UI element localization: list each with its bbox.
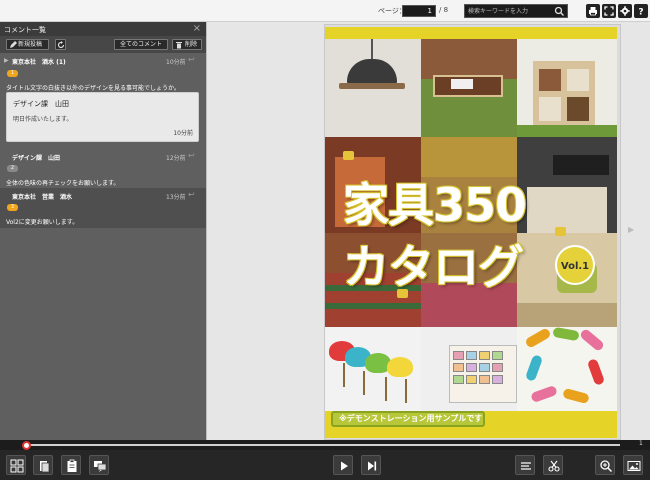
comment-time: 13分前 — [166, 194, 186, 201]
sidebar-toolbar: 新規投稿 全てのコメント 削除 — [0, 36, 206, 53]
catalog-cover-page: 家具350 カタログ Vol.1 ※デモンストレーション用サンプルです — [325, 27, 617, 438]
pages-button[interactable] — [33, 455, 53, 475]
scissors-icon — [548, 460, 560, 472]
image-icon — [627, 461, 641, 471]
help-icon: ? — [638, 8, 643, 17]
cut-button[interactable] — [543, 455, 563, 475]
comment-message: Vol2に変更お願いします。 — [6, 219, 79, 226]
sort-icon — [521, 462, 531, 470]
cover-title-line1: 家具350 — [343, 178, 527, 232]
clipboard-icon — [67, 459, 77, 472]
slider-total: 1 — [639, 440, 643, 447]
pen-icon — [10, 41, 17, 48]
help-button[interactable]: ? — [634, 4, 648, 18]
comment-number-badge: 2 — [7, 165, 18, 172]
comment-time: 12分前 — [166, 155, 186, 162]
comment-time: 10分前 — [166, 59, 186, 66]
new-post-button[interactable]: 新規投稿 — [6, 39, 49, 50]
zoom-button[interactable] — [595, 455, 615, 475]
fullscreen-button[interactable] — [602, 4, 616, 18]
grid-icon — [10, 459, 24, 473]
comment-thread[interactable]: デザイン課 山田 12分前 ↩ 2 全体の色味の再チェックをお願いします。 — [0, 150, 206, 188]
skip-icon — [368, 461, 377, 471]
comment-thread-selected[interactable]: 東京本社 営業 酒水 13分前 ↩ 3 Vol2に変更お願いします。 — [0, 188, 206, 228]
comment-marker-icon[interactable] — [555, 227, 566, 236]
settings-button[interactable] — [618, 4, 632, 18]
all-comments-button[interactable]: 全てのコメント — [114, 39, 168, 50]
slider-thumb[interactable] — [22, 441, 31, 450]
sidebar-header: コメント一覧 × — [0, 22, 206, 36]
comment-message: 全体の色味の再チェックをお願いします。 — [6, 180, 120, 187]
page-number-input[interactable]: 1 — [402, 5, 436, 17]
comment-sidebar: コメント一覧 × 新規投稿 全てのコメント 削除 ▶ 東京本社 酒水 (1) 1… — [0, 22, 206, 440]
reply-author: デザイン課 山田 — [13, 100, 69, 108]
sidebar-title: コメント一覧 — [4, 26, 46, 34]
search-icon[interactable] — [554, 6, 565, 17]
reply-message: 明日作成いたします。 — [13, 116, 73, 123]
search-box[interactable] — [464, 4, 568, 18]
play-button[interactable] — [333, 455, 353, 475]
gear-icon — [620, 6, 630, 16]
search-input[interactable] — [468, 6, 554, 16]
comment-number-badge: 1 — [7, 70, 18, 77]
svg-text:?: ? — [638, 8, 643, 17]
delete-label: 削除 — [185, 41, 198, 48]
comment-author: 東京本社 営業 酒水 — [12, 194, 73, 201]
demo-notice: ※デモンストレーション用サンプルです — [331, 411, 485, 427]
trash-icon — [176, 42, 182, 49]
comments-button[interactable] — [89, 455, 109, 475]
next-page-button[interactable] — [361, 455, 381, 475]
clipboard-button[interactable] — [61, 455, 81, 475]
comment-author: 東京本社 酒水 (1) — [12, 59, 66, 66]
play-icon — [341, 461, 348, 471]
page-slider[interactable]: 1 — [0, 440, 650, 450]
reply-card[interactable]: デザイン課 山田 明日作成いたします。 10分前 — [6, 92, 199, 142]
slider-track[interactable] — [27, 444, 620, 446]
sort-button[interactable] — [515, 455, 535, 475]
reply-icon[interactable]: ↩ — [188, 190, 195, 199]
delete-button[interactable]: 削除 — [172, 39, 202, 50]
print-button[interactable] — [586, 4, 600, 18]
close-icon[interactable]: × — [193, 23, 201, 34]
reply-icon[interactable]: ↩ — [188, 151, 195, 160]
comment-marker-icon[interactable] — [343, 151, 354, 160]
expand-icon[interactable]: ▶ — [4, 57, 9, 64]
reply-time: 10分前 — [173, 130, 193, 137]
cover-overlay: 家具350 カタログ Vol.1 ※デモンストレーション用サンプルです — [325, 27, 617, 438]
refresh-icon — [57, 41, 65, 49]
cover-title-line2: カタログ — [343, 240, 524, 294]
comment-author: デザイン課 山田 — [12, 155, 61, 162]
refresh-button[interactable] — [55, 39, 66, 50]
pages-icon — [40, 461, 50, 473]
reply-icon[interactable]: ↩ — [188, 55, 195, 64]
comment-number-badge: 3 — [7, 204, 18, 211]
thumbnail-grid-button[interactable] — [6, 455, 26, 475]
print-icon — [589, 7, 597, 16]
volume-badge: Vol.1 — [555, 245, 595, 285]
new-post-label: 新規投稿 — [18, 41, 43, 48]
zoom-icon — [600, 460, 613, 473]
next-page-arrow[interactable]: ▶ — [628, 225, 634, 234]
comment-icon — [94, 461, 107, 472]
top-toolbar: ページ： 1 / 8 ? — [0, 0, 650, 22]
bottom-toolbar — [0, 450, 650, 480]
page-total: / 8 — [439, 6, 449, 14]
image-button[interactable] — [623, 455, 643, 475]
comment-message: タイトル文字の白抜き以外のデザインを見る事可能でしょうか。 — [6, 85, 180, 92]
fullscreen-icon — [604, 6, 614, 16]
